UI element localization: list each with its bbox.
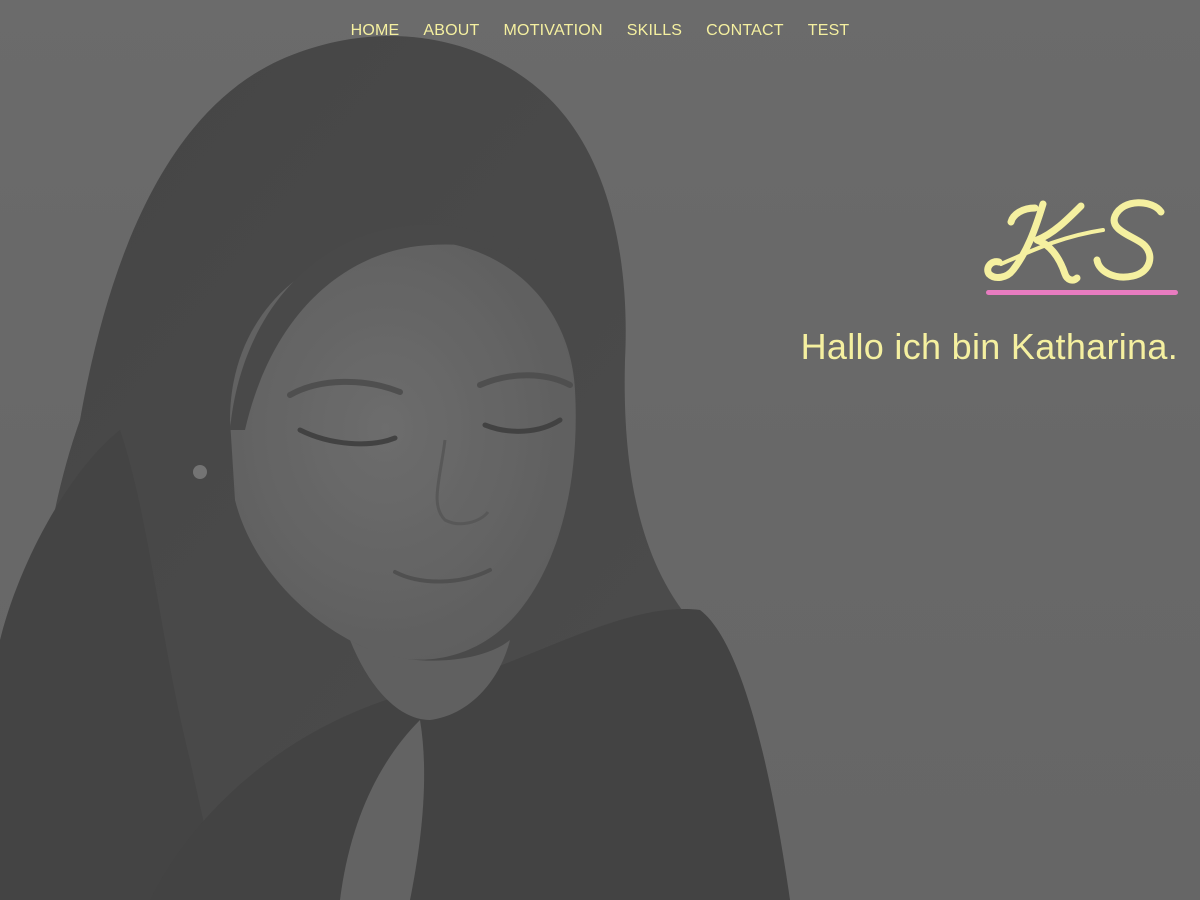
portrait-photo (0, 0, 1200, 900)
ks-monogram-logo (984, 199, 1165, 284)
nav-contact[interactable]: CONTACT (694, 20, 796, 42)
logo-underline (986, 290, 1178, 295)
brand-logo (983, 190, 1178, 295)
nav-test[interactable]: TEST (796, 20, 862, 42)
hero-greeting: Hallo ich bin Katharina. (800, 326, 1178, 367)
nav-home[interactable]: HOME (339, 20, 412, 42)
hero-section: HOME ABOUT MOTIVATION SKILLS CONTACT TES… (0, 0, 1200, 900)
nav-about[interactable]: ABOUT (411, 20, 491, 42)
nav-motivation[interactable]: MOTIVATION (492, 20, 615, 42)
nav-skills[interactable]: SKILLS (615, 20, 694, 42)
main-nav: HOME ABOUT MOTIVATION SKILLS CONTACT TES… (0, 20, 1200, 42)
